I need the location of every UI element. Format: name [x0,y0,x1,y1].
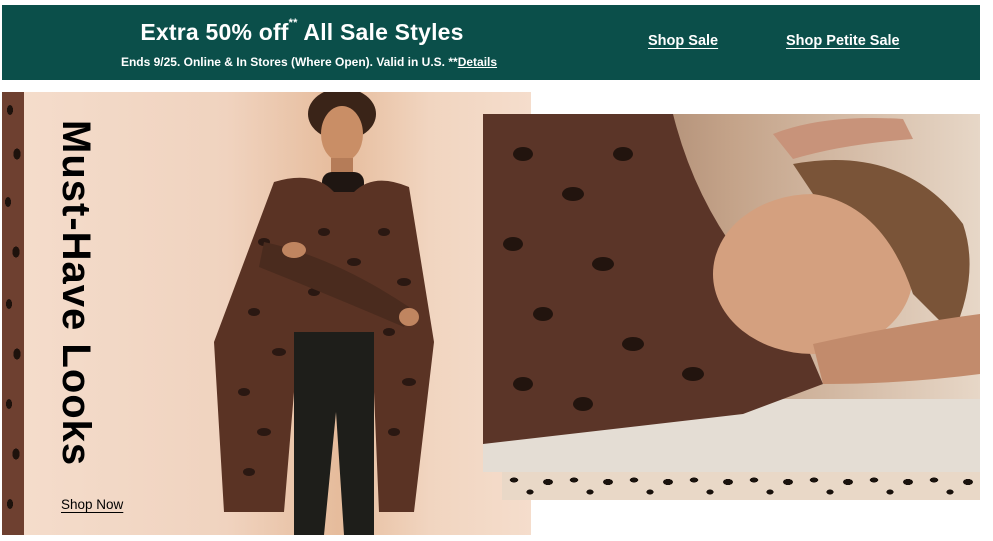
hero-must-have-looks[interactable]: Must-Have Looks Shop Now [2,92,531,535]
leopard-print-strip [2,92,24,535]
leopard-print-fabric [502,472,980,500]
hero-photo-standing-model [24,92,531,535]
promo-headline-main: Extra 50% off [140,19,289,45]
model-reclining-image [483,114,980,472]
details-link[interactable]: Details [458,55,497,69]
promo-banner: Extra 50% off** All Sale Styles Ends 9/2… [2,5,980,80]
model-standing-image [214,92,434,535]
promo-headline: Extra 50% off** All Sale Styles [2,17,602,46]
promo-subline-text: Ends 9/25. Online & In Stores (Where Ope… [120,55,458,69]
promo-headline-footnote: ** [288,17,298,29]
shop-sale-link[interactable]: Shop Sale [648,33,718,49]
promo-headline-rest: All Sale Styles [303,19,464,45]
hero-title-text: Must-Have Looks [54,120,98,467]
shop-now-link[interactable]: Shop Now [61,497,123,512]
promo-subline: Ends 9/25. Online & In Stores (Where Ope… [2,55,616,69]
hero-photo-reclining-model[interactable] [483,114,980,472]
hero-title: Must-Have Looks [54,120,98,480]
shop-petite-sale-link[interactable]: Shop Petite Sale [786,33,900,49]
